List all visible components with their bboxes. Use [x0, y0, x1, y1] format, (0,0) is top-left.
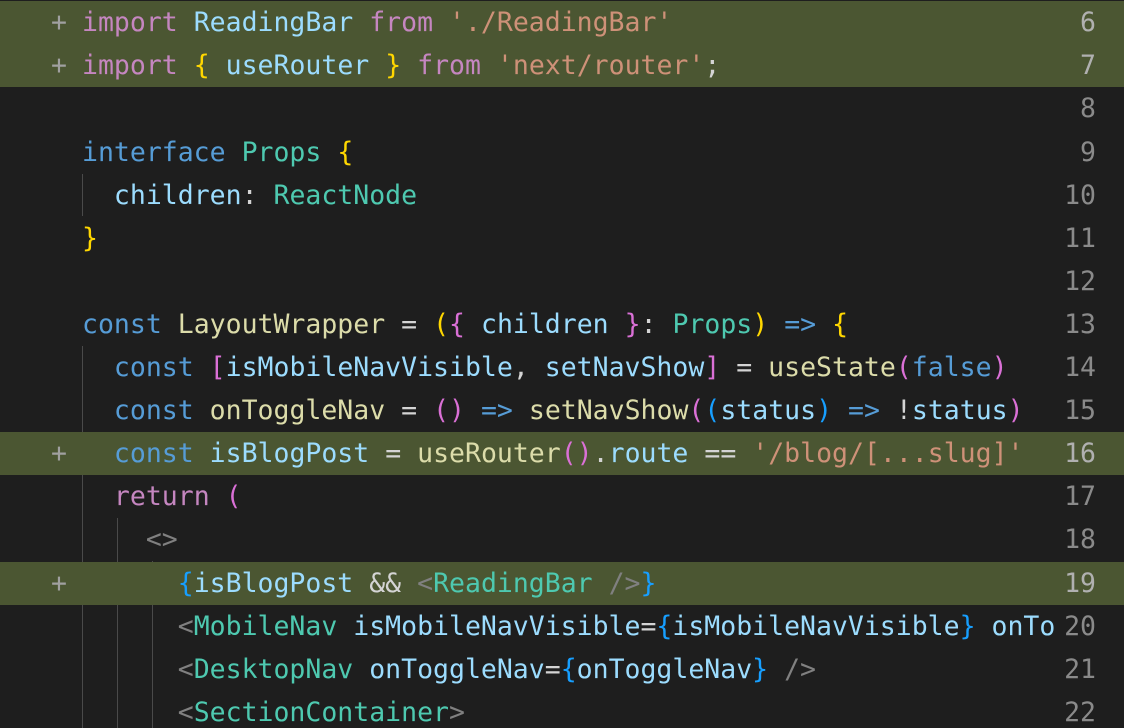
line-number: 20	[1064, 611, 1096, 642]
code-line-10[interactable]: 10 children: ReactNode	[0, 174, 1124, 217]
diff-added-marker: +	[51, 568, 67, 599]
line-number: 17	[1064, 481, 1096, 512]
line-number: 8	[1080, 93, 1096, 124]
code-content: return (	[113, 481, 242, 512]
code-content: const onToggleNav = () => setNavShow((st…	[113, 395, 1024, 426]
diff-added-marker: +	[51, 7, 67, 38]
code-content: const [isMobileNavVisible, setNavShow] =…	[113, 352, 1008, 383]
code-line-13[interactable]: 13 const LayoutWrapper = ({ children }: …	[0, 303, 1124, 346]
line-number: 6	[1080, 7, 1096, 38]
code-content: <MobileNav isMobileNavVisible={isMobileN…	[177, 611, 1056, 642]
code-line-6[interactable]: 6 + import ReadingBar from './ReadingBar…	[0, 1, 1124, 44]
code-line-20[interactable]: 20 <MobileNav isMobileNavVisible={isMobi…	[0, 605, 1124, 648]
code-line-14[interactable]: 14 const [isMobileNavVisible, setNavShow…	[0, 346, 1124, 389]
line-number: 13	[1064, 309, 1096, 340]
code-content: import ReadingBar from './ReadingBar'	[82, 7, 673, 38]
line-number: 18	[1064, 524, 1096, 555]
line-number: 14	[1064, 352, 1096, 383]
line-number: 22	[1064, 697, 1096, 728]
code-line-9[interactable]: 9 interface Props {	[0, 131, 1124, 174]
diff-added-marker: +	[51, 50, 67, 81]
code-content: import { useRouter } from 'next/router';	[82, 50, 721, 81]
code-line-21[interactable]: 21 <DesktopNav onToggleNav={onToggleNav}…	[0, 648, 1124, 691]
code-content: <DesktopNav onToggleNav={onToggleNav} />	[177, 654, 817, 685]
code-line-19[interactable]: 19 + {isBlogPost && <ReadingBar />}	[0, 562, 1124, 605]
code-content: <SectionContainer>	[177, 697, 465, 728]
code-content: <>	[145, 524, 178, 555]
line-number: 16	[1064, 438, 1096, 469]
line-number: 11	[1064, 223, 1096, 254]
code-line-8[interactable]: 8	[0, 87, 1124, 130]
line-number: 10	[1064, 180, 1096, 211]
code-line-18[interactable]: 18 <>	[0, 518, 1124, 561]
line-number: 7	[1080, 50, 1096, 81]
code-line-7[interactable]: 7 + import { useRouter } from 'next/rout…	[0, 44, 1124, 87]
code-line-22[interactable]: 22 <SectionContainer>	[0, 691, 1124, 728]
code-content: interface Props {	[82, 137, 354, 168]
line-number: 15	[1064, 395, 1096, 426]
code-line-12[interactable]: 12	[0, 260, 1124, 303]
code-line-11[interactable]: 11 }	[0, 217, 1124, 260]
line-number: 12	[1064, 266, 1096, 297]
code-content: {isBlogPost && <ReadingBar />}	[177, 568, 657, 599]
diff-added-marker: +	[51, 438, 67, 469]
code-line-15[interactable]: 15 const onToggleNav = () => setNavShow(…	[0, 389, 1124, 432]
line-number: 21	[1064, 654, 1096, 685]
code-content: const isBlogPost = useRouter().route == …	[113, 438, 1024, 469]
code-content: }	[82, 223, 98, 254]
code-line-17[interactable]: 17 return (	[0, 475, 1124, 518]
code-editor[interactable]: 6 + import ReadingBar from './ReadingBar…	[0, 0, 1124, 728]
line-number: 19	[1064, 568, 1096, 599]
code-content: children: ReactNode	[113, 180, 418, 211]
code-content: const LayoutWrapper = ({ children }: Pro…	[82, 309, 849, 340]
line-number: 9	[1080, 137, 1096, 168]
code-line-16[interactable]: 16 + const isBlogPost = useRouter().rout…	[0, 432, 1124, 475]
